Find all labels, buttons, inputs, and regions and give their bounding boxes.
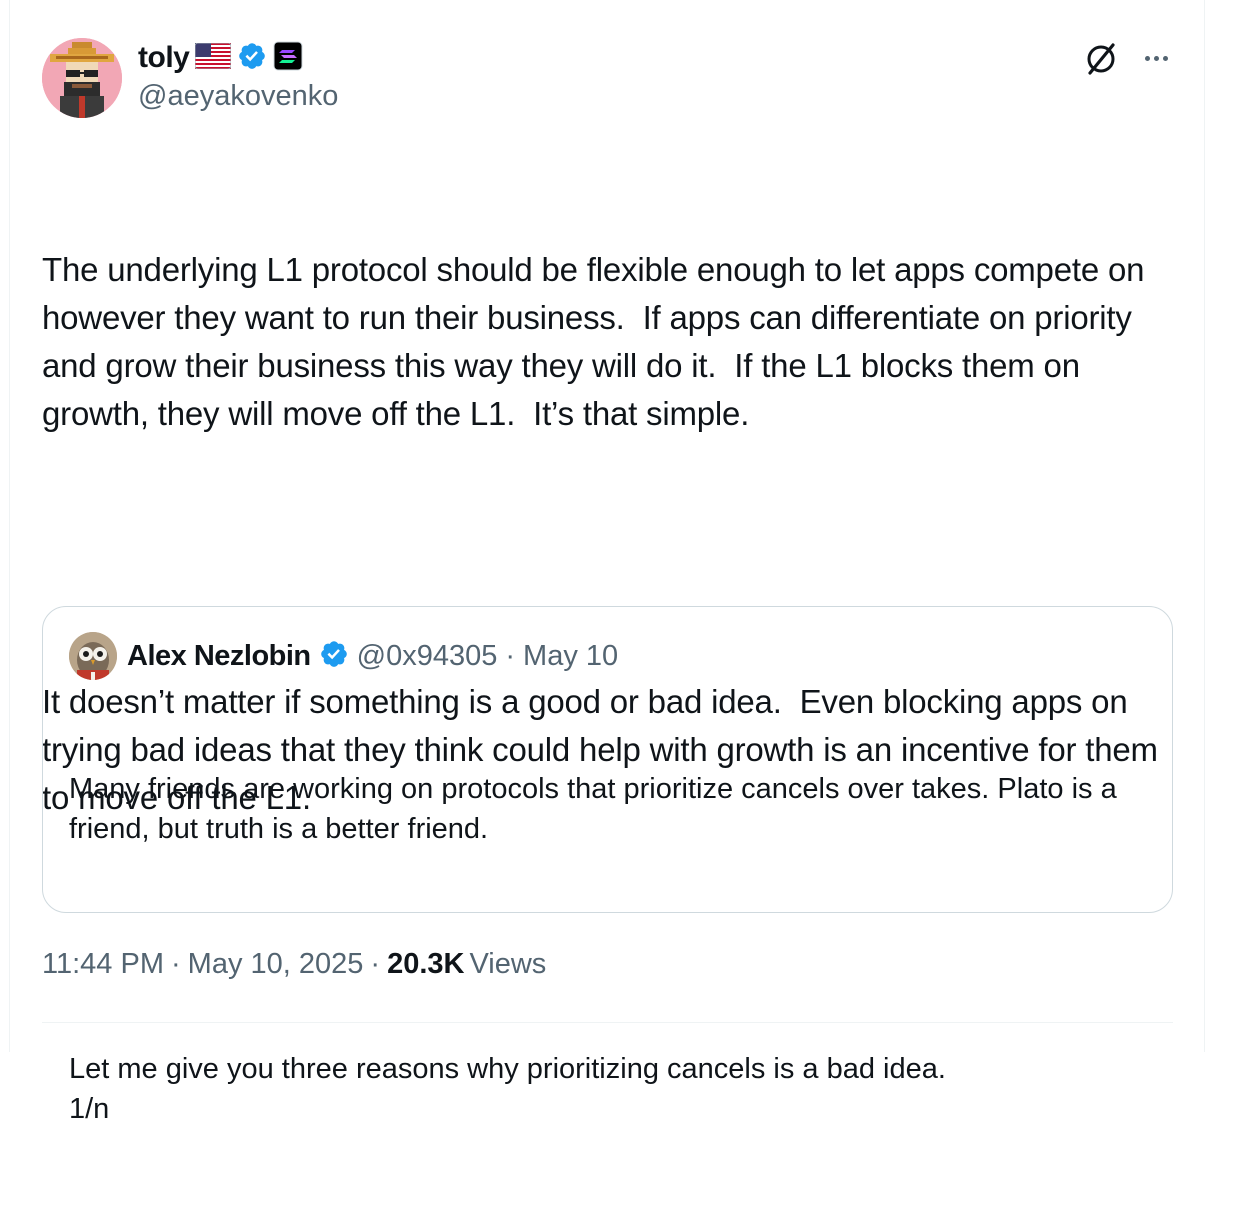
- author-name-row: toly: [138, 38, 303, 78]
- post-paragraph: The underlying L1 protocol should be fle…: [42, 251, 1154, 432]
- author-avatar[interactable]: [42, 38, 122, 118]
- owl-avatar-icon: [69, 632, 117, 680]
- solana-affiliate-icon[interactable]: [273, 41, 303, 76]
- verified-badge-icon[interactable]: [319, 639, 349, 674]
- quoted-author-handle[interactable]: @0x94305: [357, 640, 498, 673]
- quoted-post-header: Alex Nezlobin @0x94305 · May 10: [69, 631, 618, 681]
- quoted-author-avatar[interactable]: [69, 632, 117, 680]
- quoted-author-name[interactable]: Alex Nezlobin: [127, 640, 311, 673]
- separator: ·: [370, 948, 381, 980]
- quoted-paragraph: Let me give you three reasons why priori…: [69, 1053, 946, 1125]
- divider: [42, 1022, 1173, 1023]
- verified-badge-icon[interactable]: [237, 41, 267, 76]
- post-meta: 11:44 PM · May 10, 2025 · 20.3K Views: [42, 948, 546, 981]
- paragraph-spacer: [42, 534, 1192, 582]
- author-name[interactable]: toly: [138, 41, 190, 75]
- us-flag-icon: [194, 42, 232, 74]
- pixel-avatar-icon: [42, 38, 122, 118]
- quoted-post[interactable]: Alex Nezlobin @0x94305 · May 10 Many fri…: [42, 606, 1173, 1125]
- author-handle[interactable]: @aeyakovenko: [138, 80, 338, 113]
- grok-icon[interactable]: [1082, 40, 1120, 78]
- more-icon[interactable]: [1140, 44, 1172, 72]
- quoted-post-date[interactable]: May 10: [523, 640, 618, 673]
- separator: ·: [505, 639, 516, 672]
- views-label[interactable]: Views: [469, 948, 546, 981]
- quoted-paragraph: Many friends are working on protocols th…: [69, 773, 1125, 845]
- post-time[interactable]: 11:44 PM: [42, 948, 164, 981]
- separator: ·: [170, 948, 181, 980]
- post-date[interactable]: May 10, 2025: [188, 948, 364, 981]
- views-count[interactable]: 20.3K: [387, 948, 464, 981]
